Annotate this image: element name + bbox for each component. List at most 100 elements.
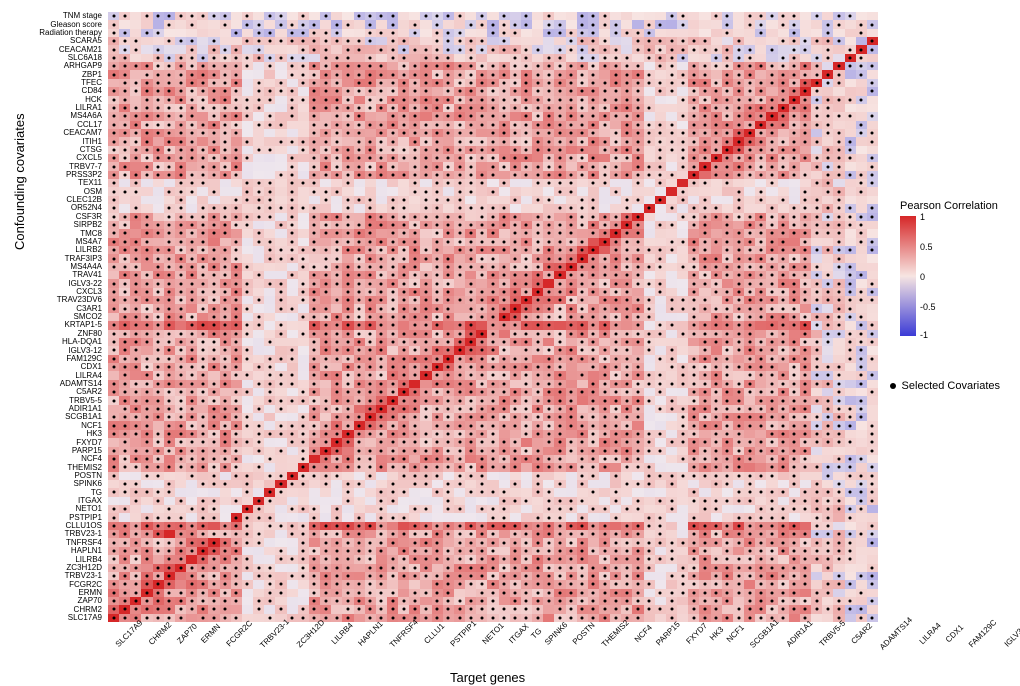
heatmap-cell	[833, 129, 844, 137]
heatmap-cell	[588, 380, 599, 388]
heatmap-cell	[867, 338, 878, 346]
heatmap-cell	[699, 70, 710, 78]
heatmap-cell	[164, 488, 175, 496]
heatmap-cell	[677, 438, 688, 446]
heatmap-cell	[242, 346, 253, 354]
heatmap-cell	[220, 204, 231, 212]
heatmap-cell	[342, 480, 353, 488]
heatmap-cell	[186, 438, 197, 446]
heatmap-cell	[822, 229, 833, 237]
heatmap-cell	[610, 238, 621, 246]
heatmap-cell	[253, 79, 264, 87]
heatmap-cell	[699, 87, 710, 95]
heatmap-cell	[766, 321, 777, 329]
heatmap-cell	[298, 605, 309, 613]
heatmap-cell	[153, 572, 164, 580]
heatmap-cell	[800, 263, 811, 271]
heatmap-cell	[108, 196, 119, 204]
heatmap-cell	[755, 154, 766, 162]
heatmap-cell	[108, 371, 119, 379]
heatmap-cell	[577, 447, 588, 455]
heatmap-cell	[566, 104, 577, 112]
heatmap-cell	[432, 20, 443, 28]
heatmap-cell	[287, 187, 298, 195]
heatmap-cell	[800, 246, 811, 254]
heatmap-cell	[376, 488, 387, 496]
heatmap-cell	[644, 146, 655, 154]
heatmap-cell	[833, 238, 844, 246]
heatmap-cell	[822, 296, 833, 304]
heatmap-cell	[432, 204, 443, 212]
heatmap-cell	[298, 313, 309, 321]
heatmap-cell	[610, 346, 621, 354]
heatmap-cell	[833, 246, 844, 254]
heatmap-cell	[175, 547, 186, 555]
heatmap-cell	[432, 355, 443, 363]
heatmap-cell	[253, 154, 264, 162]
heatmap-cell	[153, 229, 164, 237]
heatmap-cell	[153, 597, 164, 605]
heatmap-cell	[722, 388, 733, 396]
heatmap-cell	[856, 62, 867, 70]
heatmap-cell	[644, 388, 655, 396]
heatmap-cell	[119, 296, 130, 304]
heatmap-cell	[722, 455, 733, 463]
heatmap-cell	[554, 254, 565, 262]
heatmap-cell	[287, 438, 298, 446]
heatmap-cell	[733, 472, 744, 480]
heatmap-cell	[354, 271, 365, 279]
heatmap-cell	[186, 547, 197, 555]
heatmap-cell	[699, 204, 710, 212]
heatmap-cell	[755, 187, 766, 195]
heatmap-cell	[632, 12, 643, 20]
heatmap-cell	[443, 522, 454, 530]
heatmap-cell	[800, 505, 811, 513]
heatmap-cell	[242, 271, 253, 279]
heatmap-cell	[655, 96, 666, 104]
heatmap-cell	[744, 405, 755, 413]
heatmap-cell	[845, 472, 856, 480]
heatmap-cell	[566, 221, 577, 229]
heatmap-cell	[220, 330, 231, 338]
heatmap-cell	[454, 555, 465, 563]
heatmap-cell	[342, 146, 353, 154]
heatmap-cell	[632, 371, 643, 379]
heatmap-cell	[465, 538, 476, 546]
heatmap-cell	[655, 29, 666, 37]
heatmap-cell	[833, 171, 844, 179]
heatmap-cell	[354, 497, 365, 505]
heatmap-cell	[766, 296, 777, 304]
heatmap-cell	[130, 213, 141, 221]
heatmap-cell	[711, 12, 722, 20]
heatmap-cell	[610, 187, 621, 195]
heatmap-cell	[632, 330, 643, 338]
heatmap-cell	[220, 296, 231, 304]
heatmap-cell	[275, 597, 286, 605]
heatmap-cell	[387, 288, 398, 296]
heatmap-cell	[610, 70, 621, 78]
heatmap-cell	[443, 447, 454, 455]
heatmap-cell	[141, 371, 152, 379]
heatmap-cell	[331, 430, 342, 438]
heatmap-cell	[175, 112, 186, 120]
heatmap-cell	[711, 70, 722, 78]
heatmap-cell	[510, 472, 521, 480]
heatmap-cell	[298, 472, 309, 480]
heatmap-cell	[711, 564, 722, 572]
heatmap-cell	[298, 238, 309, 246]
heatmap-cell	[108, 62, 119, 70]
heatmap-cell	[644, 421, 655, 429]
heatmap-cell	[699, 572, 710, 580]
heatmap-cell	[153, 146, 164, 154]
heatmap-cell	[599, 405, 610, 413]
heatmap-cell	[264, 187, 275, 195]
heatmap-cell	[632, 62, 643, 70]
heatmap-cell	[487, 321, 498, 329]
heatmap-cell	[655, 70, 666, 78]
heatmap-cell	[376, 263, 387, 271]
heatmap-cell	[264, 45, 275, 53]
heatmap-cell	[499, 472, 510, 480]
heatmap-cell	[465, 413, 476, 421]
heatmap-cell	[153, 296, 164, 304]
heatmap-cell	[197, 288, 208, 296]
